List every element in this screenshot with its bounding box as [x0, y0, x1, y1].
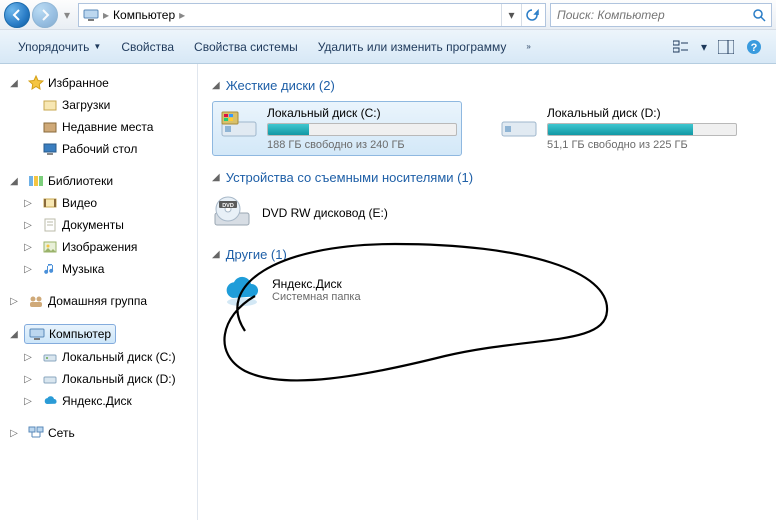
- tree-drive-c[interactable]: ▷Локальный диск (C:): [14, 346, 197, 368]
- hdd-icon: [42, 349, 58, 365]
- breadcrumb-separator: ▸: [99, 8, 113, 22]
- drive-usage-bar: [267, 123, 457, 136]
- downloads-icon: [42, 97, 58, 113]
- organize-button[interactable]: Упорядочить▼: [10, 36, 109, 58]
- pictures-icon: [42, 239, 58, 255]
- tree-videos[interactable]: ▷Видео: [14, 192, 197, 214]
- search-icon[interactable]: [747, 8, 771, 22]
- computer-icon: [83, 7, 99, 23]
- address-bar[interactable]: ▸ Компьютер ▸ ▾: [78, 3, 546, 27]
- tree-libraries[interactable]: ◢ Библиотеки: [0, 170, 197, 192]
- tree-downloads[interactable]: Загрузки: [14, 94, 197, 116]
- tree-network[interactable]: ▷ Сеть: [0, 422, 197, 444]
- drive-usage-bar: [547, 123, 737, 136]
- tree-favorites[interactable]: ◢ Избранное: [0, 72, 197, 94]
- view-dropdown[interactable]: ▾: [698, 35, 710, 59]
- svg-text:?: ?: [751, 42, 758, 54]
- section-hdd[interactable]: ◢Жесткие диски (2): [212, 78, 762, 93]
- drive-name: Локальный диск (C:): [267, 106, 457, 120]
- preview-pane-button[interactable]: [714, 35, 738, 59]
- libraries-icon: [28, 173, 44, 189]
- tree-music[interactable]: ▷Музыка: [14, 258, 197, 280]
- tree-desktop[interactable]: Рабочий стол: [14, 138, 197, 160]
- nav-history-dropdown[interactable]: ▾: [60, 2, 74, 28]
- cloud-icon: [222, 270, 262, 310]
- homegroup-icon: [28, 293, 44, 309]
- content-pane: ◢Жесткие диски (2) Локальный диск (C:) 1…: [198, 64, 776, 520]
- search-box[interactable]: [550, 3, 772, 27]
- tree-documents[interactable]: ▷Документы: [14, 214, 197, 236]
- toolbar: Упорядочить▼ Свойства Свойства системы У…: [0, 30, 776, 64]
- hdd-icon: [499, 106, 539, 146]
- nav-back-button[interactable]: [4, 2, 30, 28]
- yandex-disk-item[interactable]: Яндекс.Диск Системная папка: [222, 270, 762, 310]
- search-input[interactable]: [551, 8, 747, 22]
- toolbar-overflow[interactable]: »: [518, 38, 538, 55]
- tree-pictures[interactable]: ▷Изображения: [14, 236, 197, 258]
- optical-drive[interactable]: DVD DVD RW дисковод (E:): [212, 193, 762, 233]
- tree-yadisk[interactable]: ▷Яндекс.Диск: [14, 390, 197, 412]
- section-other[interactable]: ◢Другие (1): [212, 247, 762, 262]
- other-item-name: Яндекс.Диск: [272, 277, 361, 291]
- drive-c[interactable]: Локальный диск (C:) 188 ГБ свободно из 2…: [212, 101, 462, 156]
- uninstall-button[interactable]: Удалить или изменить программу: [310, 36, 515, 58]
- tree-computer[interactable]: ◢ Компьютер: [0, 322, 197, 346]
- video-icon: [42, 195, 58, 211]
- other-item-subtitle: Системная папка: [272, 291, 361, 303]
- address-refresh-button[interactable]: [521, 4, 541, 26]
- navigation-tree: ◢ Избранное Загрузки Недавние места Рабо…: [0, 64, 198, 520]
- dvd-icon: DVD: [212, 193, 252, 233]
- recent-icon: [42, 119, 58, 135]
- drive-status: 51,1 ГБ свободно из 225 ГБ: [547, 139, 737, 151]
- tree-homegroup[interactable]: ▷ Домашняя группа: [0, 290, 197, 312]
- properties-button[interactable]: Свойства: [113, 36, 182, 58]
- breadcrumb-computer[interactable]: Компьютер: [113, 8, 175, 22]
- hdd-icon: [42, 371, 58, 387]
- section-removable[interactable]: ◢Устройства со съемными носителями (1): [212, 170, 762, 185]
- star-icon: [28, 75, 44, 91]
- svg-text:DVD: DVD: [222, 203, 234, 209]
- computer-icon: [29, 326, 45, 342]
- optical-name: DVD RW дисковод (E:): [262, 206, 388, 220]
- documents-icon: [42, 217, 58, 233]
- view-options-button[interactable]: [670, 35, 694, 59]
- tree-recent[interactable]: Недавние места: [14, 116, 197, 138]
- music-icon: [42, 261, 58, 277]
- hdd-icon: [219, 106, 259, 146]
- drive-status: 188 ГБ свободно из 240 ГБ: [267, 139, 457, 151]
- drive-d[interactable]: Локальный диск (D:) 51,1 ГБ свободно из …: [492, 101, 742, 156]
- tree-drive-d[interactable]: ▷Локальный диск (D:): [14, 368, 197, 390]
- help-button[interactable]: ?: [742, 35, 766, 59]
- cloud-icon: [42, 393, 58, 409]
- network-icon: [28, 425, 44, 441]
- system-properties-button[interactable]: Свойства системы: [186, 36, 306, 58]
- desktop-icon: [42, 141, 58, 157]
- drive-name: Локальный диск (D:): [547, 106, 737, 120]
- nav-forward-button[interactable]: [32, 2, 58, 28]
- navbar: ▾ ▸ Компьютер ▸ ▾: [0, 0, 776, 30]
- breadcrumb-separator[interactable]: ▸: [175, 8, 189, 22]
- address-dropdown[interactable]: ▾: [501, 4, 521, 26]
